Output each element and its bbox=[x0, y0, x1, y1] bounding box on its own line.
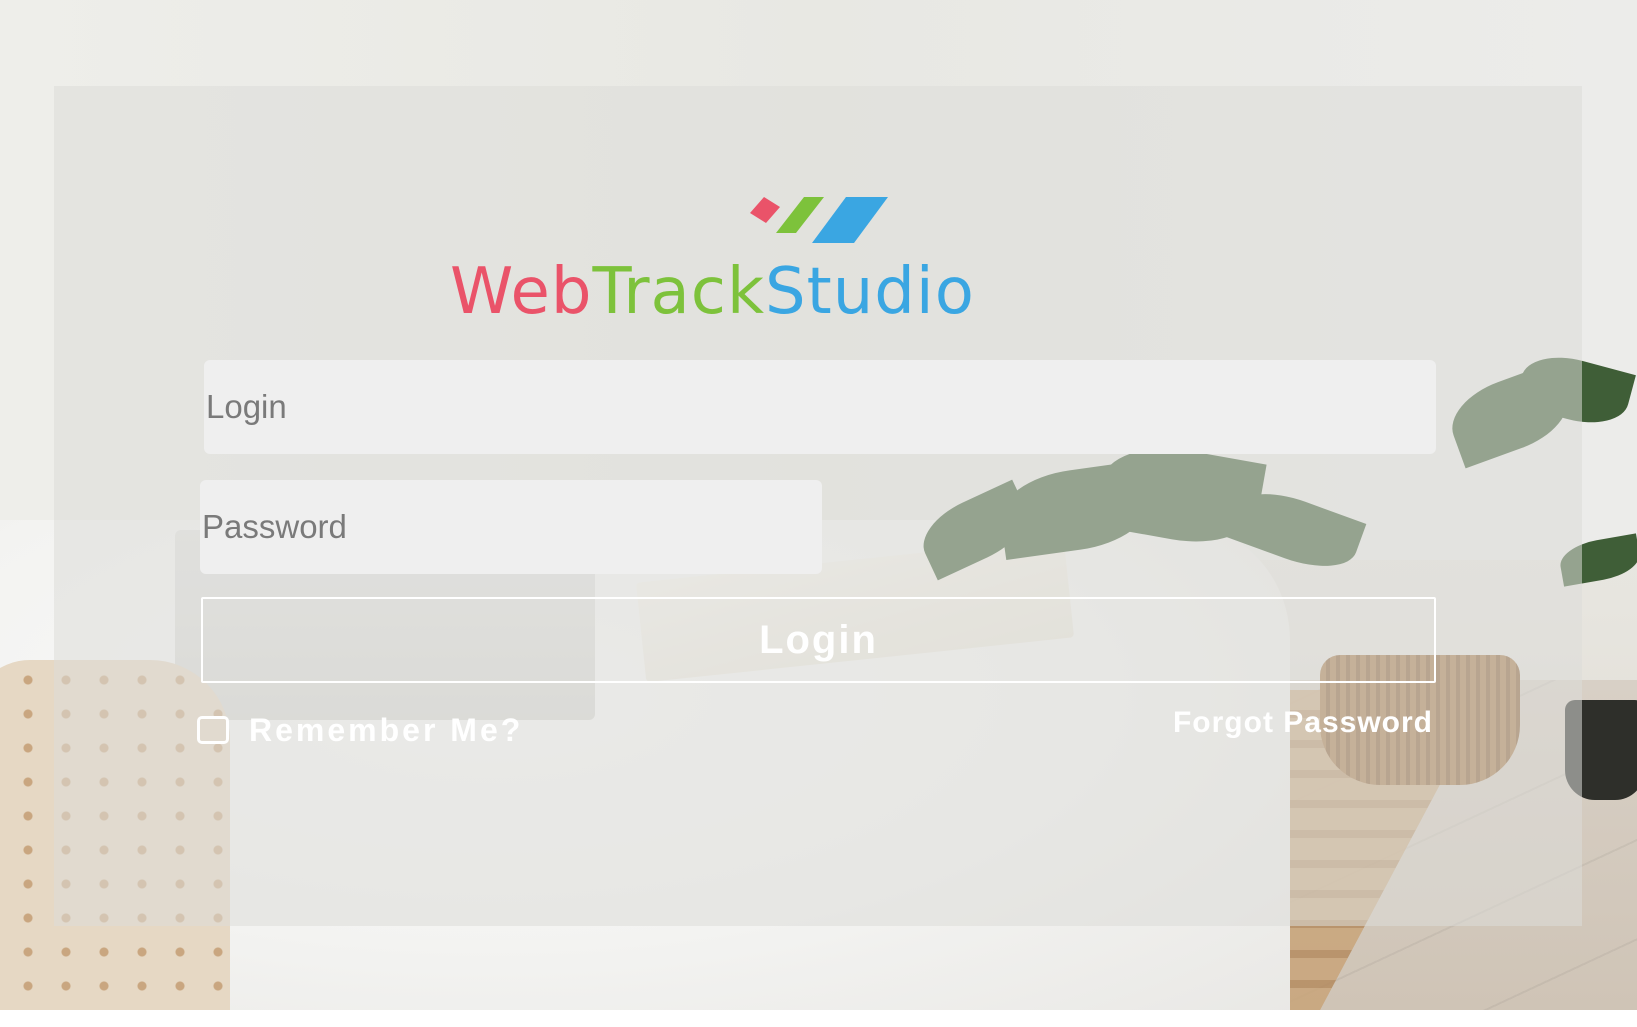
brand-name-studio: Studio bbox=[765, 255, 975, 329]
logo-mark-icon bbox=[750, 197, 888, 243]
forgot-password-link[interactable]: Forgot Password bbox=[1173, 706, 1433, 740]
page-bottom-strip bbox=[0, 1010, 1637, 1027]
brand-name-track: Track bbox=[592, 255, 765, 329]
remember-me-label: Remember Me? bbox=[249, 711, 524, 748]
remember-me-checkbox[interactable] bbox=[197, 716, 229, 744]
login-button[interactable]: Login bbox=[201, 597, 1436, 683]
brand-name-web: Web bbox=[450, 255, 593, 329]
login-input[interactable] bbox=[204, 360, 1436, 454]
password-input[interactable] bbox=[200, 480, 822, 574]
brand-logo-text: WebTrackStudio bbox=[450, 252, 1190, 332]
remember-me-toggle[interactable]: Remember Me? bbox=[197, 710, 523, 750]
